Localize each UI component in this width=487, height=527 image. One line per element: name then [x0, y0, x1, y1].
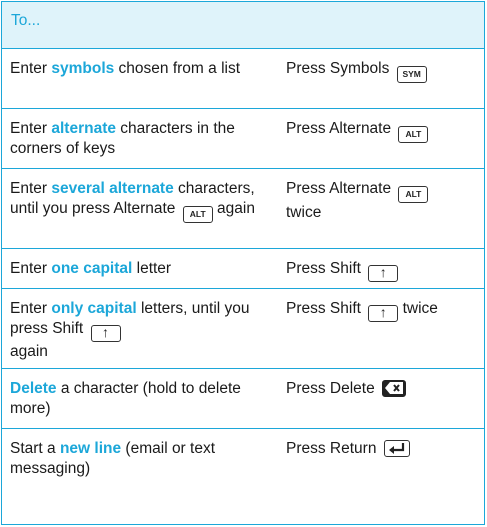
task-cell: Enter one capital letter [10, 260, 172, 277]
action-cell: Press Alternate ALT twice [279, 169, 484, 248]
highlight-term: several alternate [51, 180, 174, 197]
highlight-term: new line [59, 440, 122, 457]
table-row: Delete a character (hold to delete more)… [2, 369, 484, 429]
table-row: Enter several alternate characters, unti… [2, 169, 484, 249]
task-cell: Delete a character (hold to delete more) [10, 380, 241, 417]
action-cell: Press Shift ↑ twice [286, 300, 438, 322]
table-row: Enter only capital letters, until you pr… [2, 289, 484, 369]
task-cell: Enter symbols chosen from a list [10, 60, 241, 77]
alt-key-icon: ALT [398, 126, 429, 143]
return-icon [383, 440, 410, 457]
table-row: Enter one capital letter Press Shift ↑ [2, 249, 484, 289]
header-title: To... [11, 12, 41, 29]
highlight-term: alternate [51, 120, 116, 137]
action-cell: Press Return [279, 429, 484, 489]
shift-key-icon: ↑ [90, 325, 121, 342]
table-header: To... [2, 2, 484, 49]
shift-key-icon: ↑ [368, 265, 399, 282]
table-row: Enter alternate characters in the corner… [2, 109, 484, 169]
delete-icon [382, 380, 407, 397]
task-cell: Enter only capital letters, until you pr… [10, 300, 250, 360]
action-cell: Press Delete [279, 369, 484, 428]
action-cell: Press Alternate ALT [279, 109, 484, 168]
highlight-term: symbols [51, 60, 115, 77]
alt-key-icon: ALT [182, 206, 213, 223]
highlight-term: one capital [51, 260, 133, 277]
symbols-key-icon: SYM [396, 66, 427, 83]
task-cell: Enter several alternate characters, unti… [2, 169, 279, 248]
key-usage-table: To... Enter symbols chosen from a list P… [1, 1, 485, 525]
table-row: Start a new line (email or text messagin… [2, 429, 484, 489]
task-cell: Start a new line (email or text messagin… [10, 440, 216, 477]
action-cell: Press Symbols SYM [279, 49, 484, 108]
alt-key-icon: ALT [398, 186, 429, 203]
task-cell: Enter alternate characters in the corner… [10, 120, 235, 157]
shift-key-icon: ↑ [368, 305, 399, 322]
table-row: Enter symbols chosen from a list Press S… [2, 49, 484, 109]
highlight-term: Delete [10, 380, 57, 397]
highlight-term: only capital [51, 300, 137, 317]
action-cell: Press Shift ↑ [279, 249, 484, 288]
